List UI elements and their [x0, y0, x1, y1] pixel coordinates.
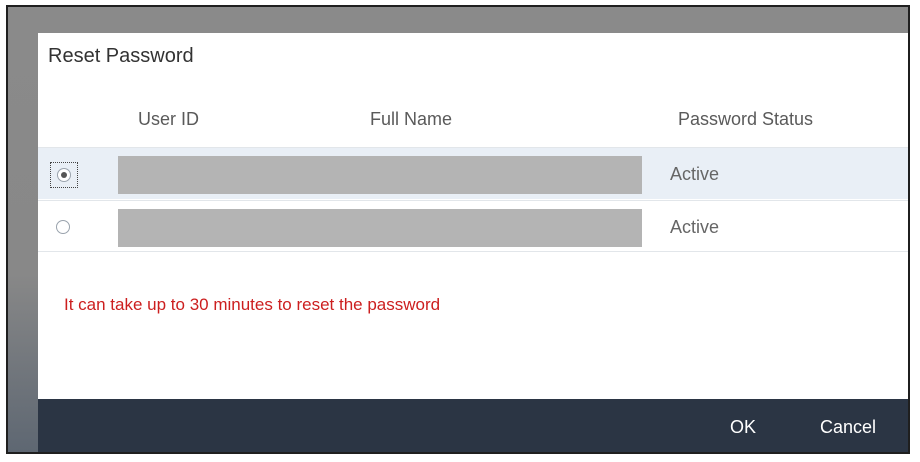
- column-header-password-status: Password Status: [678, 109, 814, 129]
- password-status-cell: Active: [670, 164, 720, 184]
- column-header-user-id: User ID: [138, 109, 200, 129]
- table-header: User ID Full Name Password Status: [38, 89, 908, 147]
- dialog-footer: OK Cancel: [38, 399, 908, 452]
- dialog-title: Reset Password: [48, 45, 194, 67]
- password-status-cell: Active: [670, 217, 720, 237]
- redacted-user-info: [118, 156, 642, 194]
- row-select-radio[interactable]: [50, 215, 78, 241]
- table-row[interactable]: Active: [38, 147, 908, 199]
- screenshot-frame: Reset Password User ID Full Name Passwor…: [6, 5, 910, 454]
- reset-time-notice: It can take up to 30 minutes to reset th…: [64, 295, 441, 314]
- radio-selected-icon: [57, 168, 71, 182]
- radio-dot: [61, 172, 67, 178]
- redacted-user-info: [118, 209, 642, 247]
- ok-button[interactable]: OK: [730, 417, 756, 438]
- table-row[interactable]: Active: [38, 200, 908, 252]
- reset-password-dialog: Reset Password User ID Full Name Passwor…: [38, 33, 908, 452]
- radio-unselected-icon: [56, 220, 70, 234]
- row-select-radio[interactable]: [50, 162, 78, 188]
- cancel-button[interactable]: Cancel: [820, 417, 876, 438]
- column-header-full-name: Full Name: [370, 109, 453, 129]
